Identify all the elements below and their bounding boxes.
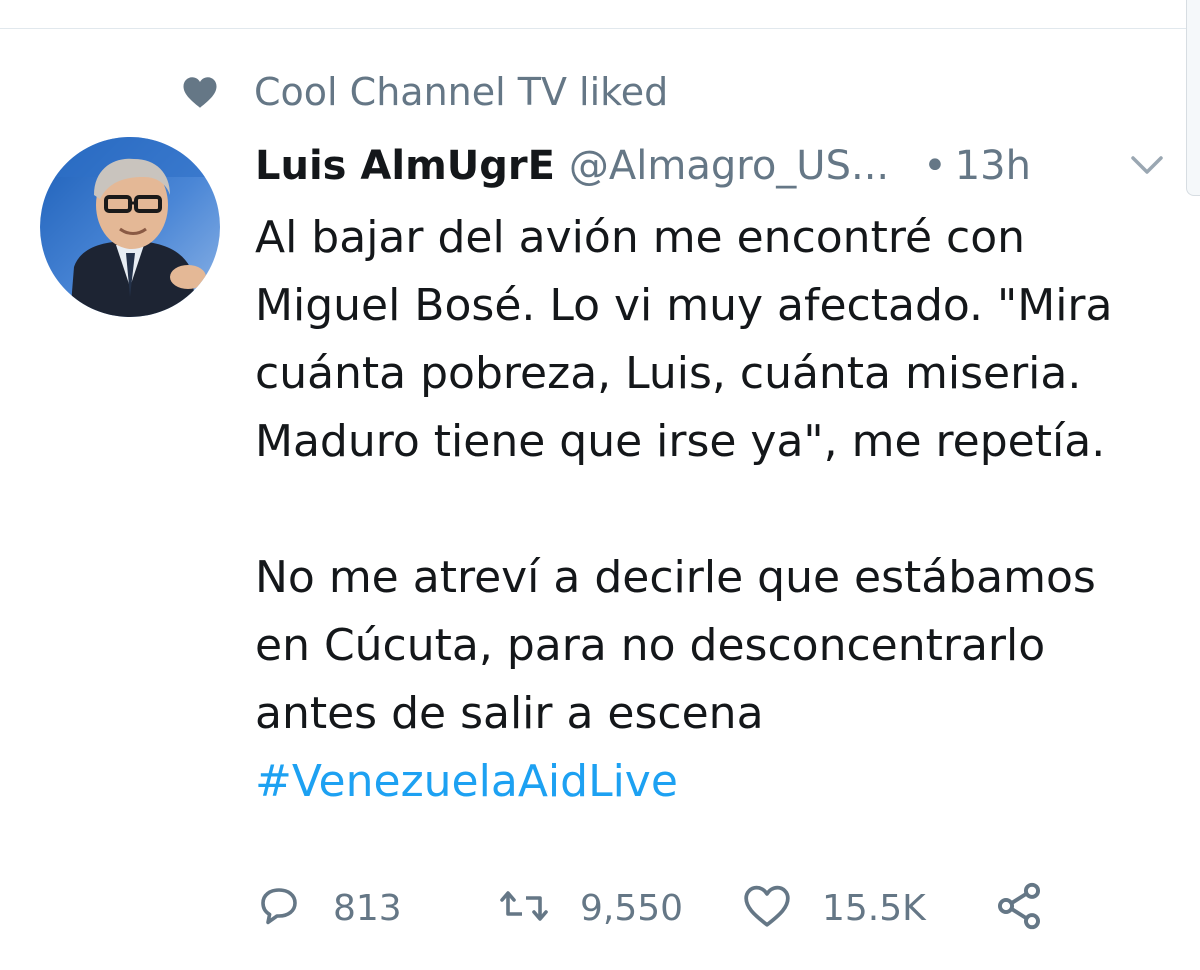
tweet-header: Luis AlmUgrE @Almagro_US... • 13h xyxy=(255,136,1165,196)
author-handle[interactable]: @Almagro_US... xyxy=(569,143,889,189)
tweet-text-line: en Cúcuta, para no desconcentrarlo xyxy=(255,620,1046,671)
tweet-text-line: Miguel Bosé. Lo vi muy afectado. "Mira xyxy=(255,280,1113,331)
top-divider xyxy=(0,28,1186,29)
scrollbar[interactable] xyxy=(1186,0,1200,196)
share-icon xyxy=(993,880,1045,936)
tweet-text-line: antes de salir a escena xyxy=(255,688,764,739)
like-count: 15.5K xyxy=(822,887,926,929)
separator-dot: • xyxy=(923,143,947,189)
retweet-count: 9,550 xyxy=(580,887,684,929)
hashtag-link[interactable]: #VenezuelaAidLive xyxy=(255,756,678,807)
heart-outline-icon xyxy=(742,882,792,934)
tweet-text-line: Al bajar del avión me encontré con xyxy=(255,212,1025,263)
social-context-text: Cool Channel TV liked xyxy=(254,70,669,114)
tweet-actions: 813 9,550 15.5K xyxy=(255,876,1075,940)
tweet-text: Al bajar del avión me encontré con Migue… xyxy=(255,204,1170,816)
retweet-button[interactable]: 9,550 xyxy=(498,876,683,940)
social-context[interactable]: Cool Channel TV liked xyxy=(182,64,668,120)
chevron-down-icon[interactable] xyxy=(1129,150,1165,180)
avatar[interactable] xyxy=(40,137,220,317)
heart-icon xyxy=(182,72,222,112)
share-button[interactable] xyxy=(993,876,1045,940)
reply-button[interactable]: 813 xyxy=(255,876,402,940)
tweet-timestamp[interactable]: 13h xyxy=(955,143,1031,189)
reply-count: 813 xyxy=(333,887,402,929)
tweet-text-line: Maduro tiene que irse ya", me repetía. xyxy=(255,416,1106,467)
paragraph-break xyxy=(255,476,1170,544)
tweet-text-line: No me atreví a decirle que estábamos xyxy=(255,552,1096,603)
like-button[interactable]: 15.5K xyxy=(742,876,926,940)
tweet-text-line: cuánta pobreza, Luis, cuánta miseria. xyxy=(255,348,1082,399)
reply-icon xyxy=(255,882,303,934)
author-name[interactable]: Luis AlmUgrE xyxy=(255,143,555,189)
retweet-icon xyxy=(498,882,550,934)
